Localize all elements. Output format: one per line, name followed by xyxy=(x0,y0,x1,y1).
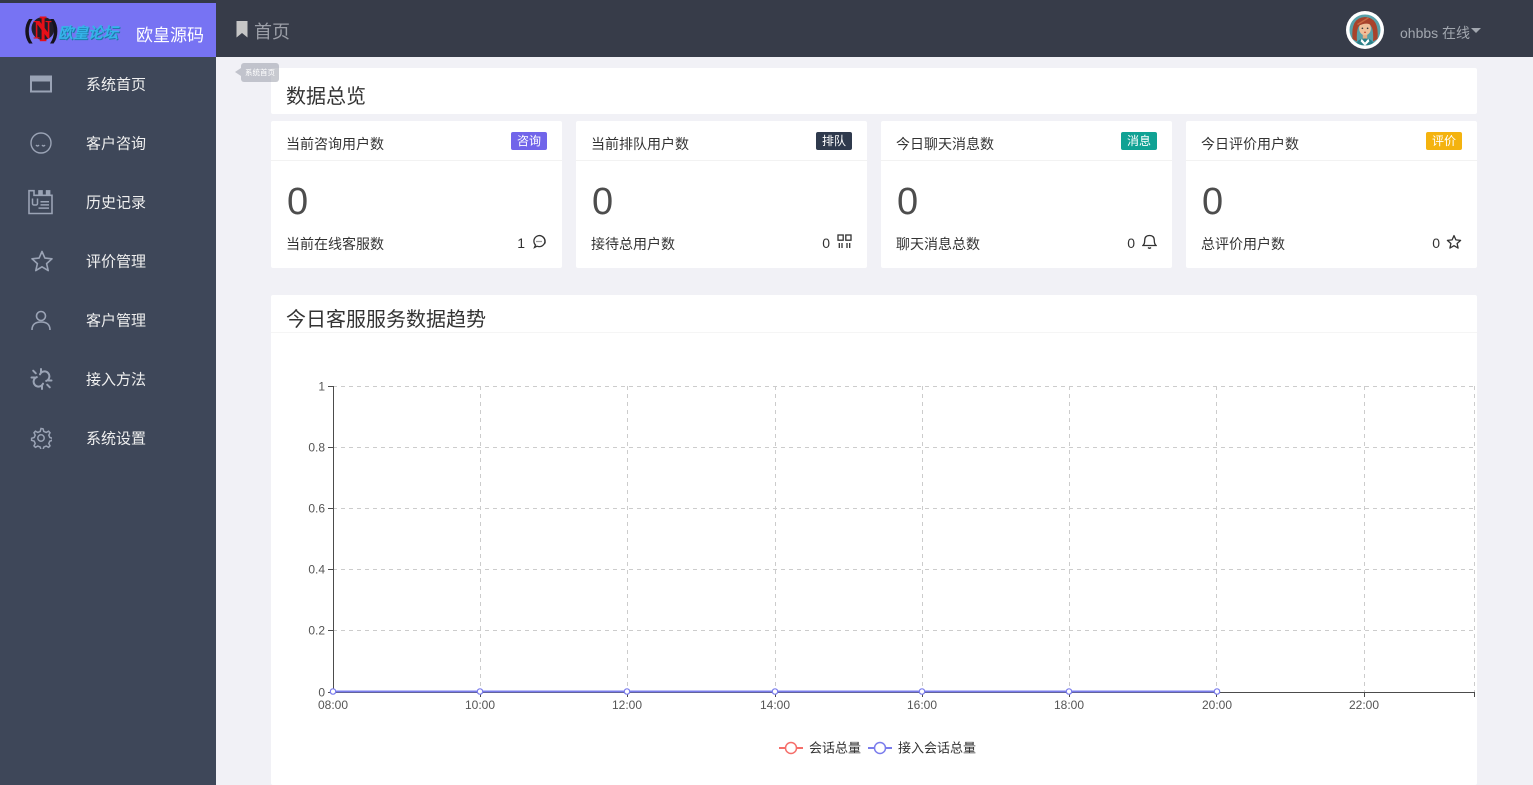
svg-text:接入会话总量: 接入会话总量 xyxy=(898,741,976,756)
svg-text:20:00: 20:00 xyxy=(1202,698,1232,712)
svg-text:16:00: 16:00 xyxy=(907,698,937,712)
svg-text:10:00: 10:00 xyxy=(465,698,495,712)
svg-text:14:00: 14:00 xyxy=(760,698,790,712)
svg-text:0.6: 0.6 xyxy=(308,502,325,516)
svg-text:0.4: 0.4 xyxy=(308,563,325,577)
svg-text:0.2: 0.2 xyxy=(308,624,325,638)
svg-text:08:00: 08:00 xyxy=(318,698,348,712)
svg-text:12:00: 12:00 xyxy=(612,698,642,712)
svg-text:0.8: 0.8 xyxy=(308,441,325,455)
svg-text:22:00: 22:00 xyxy=(1349,698,1379,712)
svg-text:1: 1 xyxy=(318,380,325,394)
svg-text:18:00: 18:00 xyxy=(1054,698,1084,712)
svg-text:会话总量: 会话总量 xyxy=(809,741,861,756)
